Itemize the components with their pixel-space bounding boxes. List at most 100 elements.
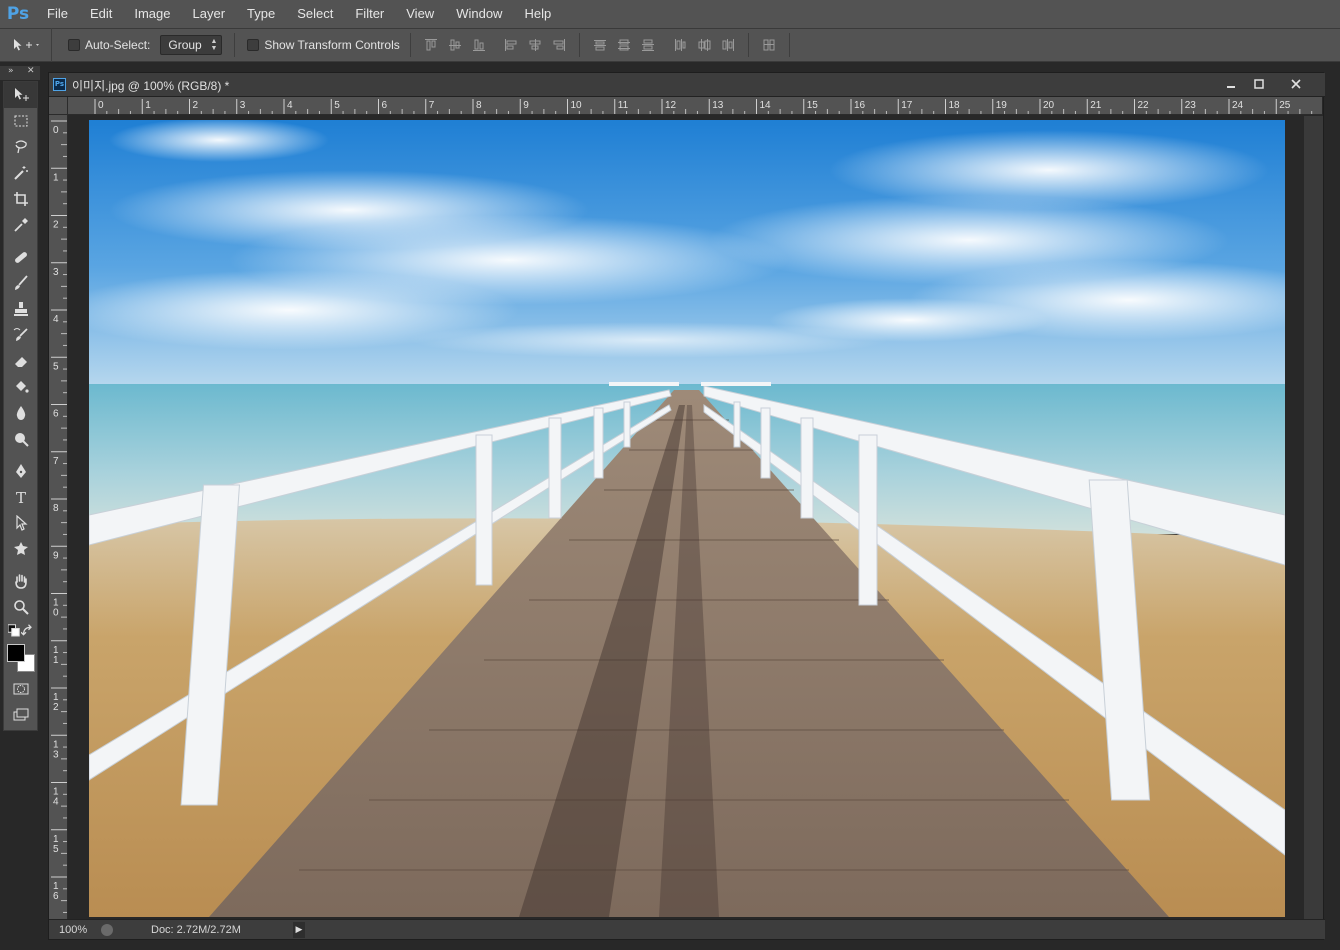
collapse-panel-icon[interactable]: » bbox=[8, 66, 14, 76]
photoshop-logo: Ps bbox=[6, 4, 30, 24]
horizontal-ruler[interactable]: 0 1 2 3 4 5 6 7 8 9 10 11 12 13 14 15 16 17 18 19 20 21 22 23 24… bbox=[68, 97, 1322, 115]
image-pier-over-sea[interactable] bbox=[89, 120, 1285, 917]
maximize-button[interactable] bbox=[1245, 74, 1273, 94]
brush-tool[interactable] bbox=[4, 270, 37, 296]
magic-wand-tool[interactable] bbox=[4, 160, 37, 186]
divider bbox=[788, 33, 790, 57]
paint-bucket-tool[interactable] bbox=[4, 374, 37, 400]
distribute-right-edges-icon[interactable] bbox=[716, 33, 740, 57]
blur-tool[interactable] bbox=[4, 400, 37, 426]
menu-edit[interactable]: Edit bbox=[79, 0, 123, 28]
lasso-tool[interactable] bbox=[4, 134, 37, 160]
show-transform-controls-checkbox[interactable] bbox=[247, 39, 260, 51]
distribute-bottom-edges-icon[interactable] bbox=[636, 33, 660, 57]
status-info-icon[interactable] bbox=[101, 923, 113, 936]
ruler-label: 7 bbox=[53, 456, 59, 467]
zoom-tool[interactable] bbox=[4, 594, 37, 620]
hand-tool[interactable] bbox=[4, 568, 37, 594]
auto-select-checkbox[interactable] bbox=[68, 39, 80, 51]
history-brush-tool[interactable] bbox=[4, 322, 37, 348]
ruler-label: 3 bbox=[53, 749, 59, 760]
align-bottom-edges-icon[interactable] bbox=[467, 33, 491, 57]
close-icon bbox=[1291, 79, 1301, 89]
dodge-tool[interactable] bbox=[4, 426, 37, 452]
ruler-label: 9 bbox=[523, 100, 529, 111]
document-window: Ps 이미지.jpg @ 100% (RGB/8) * 0 1 2 3 4 5 6 7 8 9 10… bbox=[48, 72, 1325, 940]
minimize-button[interactable] bbox=[1217, 74, 1245, 94]
menu-select[interactable]: Select bbox=[286, 0, 344, 28]
align-right-edges-icon[interactable] bbox=[547, 33, 571, 57]
ruler-origin[interactable] bbox=[49, 97, 68, 115]
bandage-icon bbox=[14, 252, 27, 263]
clone-stamp-tool[interactable] bbox=[4, 296, 37, 322]
divider bbox=[747, 33, 749, 57]
auto-align-layers-icon[interactable] bbox=[757, 33, 781, 57]
menu-type[interactable]: Type bbox=[236, 0, 286, 28]
divider bbox=[234, 33, 236, 57]
menu-window[interactable]: Window bbox=[445, 0, 513, 28]
path-selection-arrow-icon bbox=[15, 515, 28, 531]
vertical-ruler[interactable]: 012345678910111213141516 bbox=[49, 115, 68, 919]
custom-shape-icon bbox=[13, 542, 28, 555]
ruler-label: 2 bbox=[193, 100, 199, 111]
zoom-level-field[interactable]: 100% bbox=[49, 924, 101, 936]
ruler-label: 6 bbox=[382, 100, 388, 111]
magic-wand-icon bbox=[13, 166, 28, 180]
type-icon: T bbox=[16, 489, 26, 505]
distribute-horizontal-centers-icon[interactable] bbox=[692, 33, 716, 57]
align-top-edges-icon[interactable] bbox=[419, 33, 443, 57]
menu-layer[interactable]: Layer bbox=[182, 0, 237, 28]
ruler-label: 2 bbox=[53, 702, 59, 713]
maximize-icon bbox=[1254, 79, 1264, 89]
path-selection-tool[interactable] bbox=[4, 510, 37, 536]
menu-filter[interactable]: Filter bbox=[344, 0, 395, 28]
marquee-tool[interactable] bbox=[4, 108, 37, 134]
menu-help[interactable]: Help bbox=[513, 0, 562, 28]
foreground-color-swatch[interactable] bbox=[7, 644, 25, 662]
screen-mode[interactable] bbox=[4, 702, 37, 728]
align-horizontal-centers-icon[interactable] bbox=[523, 33, 547, 57]
custom-shape-tool[interactable] bbox=[4, 536, 37, 562]
menu-file[interactable]: File bbox=[36, 0, 79, 28]
ruler-label: 5 bbox=[334, 100, 340, 111]
crop-icon bbox=[13, 192, 28, 206]
distribute-top-edges-icon[interactable] bbox=[588, 33, 612, 57]
document-size-info: Doc: 2.72M/2.72M bbox=[151, 923, 241, 936]
distribute-left-edges-icon[interactable] bbox=[668, 33, 692, 57]
align-vertical-centers-icon[interactable] bbox=[443, 33, 467, 57]
eyedropper-tool[interactable] bbox=[4, 212, 37, 238]
quick-mask-mode[interactable] bbox=[4, 676, 37, 702]
move-tool[interactable] bbox=[4, 82, 37, 108]
distribute-vertical-centers-icon[interactable] bbox=[612, 33, 636, 57]
close-button[interactable] bbox=[1281, 74, 1311, 94]
swap-colors-icon[interactable] bbox=[20, 623, 34, 639]
align-left-edges-icon[interactable] bbox=[499, 33, 523, 57]
brush-icon bbox=[14, 275, 28, 290]
ruler-label: 13 bbox=[712, 100, 724, 111]
eraser-tool[interactable] bbox=[4, 348, 37, 374]
ruler-label: 4 bbox=[53, 314, 59, 325]
vertical-scrollbar[interactable] bbox=[1304, 116, 1323, 919]
close-panel-icon[interactable]: ✕ bbox=[27, 66, 35, 76]
pen-tool[interactable] bbox=[4, 458, 37, 484]
canvas-area[interactable] bbox=[69, 116, 1323, 919]
ruler-label: 11 bbox=[618, 100, 629, 111]
document-tab[interactable]: Ps 이미지.jpg @ 100% (RGB/8) * bbox=[49, 73, 1325, 97]
tools-panel-header[interactable]: » ✕ bbox=[0, 66, 40, 80]
default-colors-icon[interactable] bbox=[8, 623, 21, 639]
status-menu-arrow-icon[interactable]: ▶ bbox=[293, 921, 305, 938]
healing-brush-tool[interactable] bbox=[4, 244, 37, 270]
ruler-label: 0 bbox=[98, 100, 104, 111]
minimize-icon bbox=[1227, 86, 1235, 88]
menu-image[interactable]: Image bbox=[123, 0, 181, 28]
pen-icon bbox=[15, 464, 26, 478]
tool-preset-picker[interactable] bbox=[0, 28, 52, 62]
auto-select-target-dropdown[interactable]: Group ▲ ▼ bbox=[160, 35, 223, 55]
menu-view[interactable]: View bbox=[395, 0, 445, 28]
type-tool[interactable]: T bbox=[4, 484, 37, 510]
document-title: 이미지.jpg @ 100% (RGB/8) * bbox=[72, 79, 230, 93]
ruler-label: 0 bbox=[53, 125, 59, 136]
ruler-label: 10 bbox=[571, 100, 583, 111]
auto-select-target-value: Group bbox=[168, 38, 202, 52]
crop-tool[interactable] bbox=[4, 186, 37, 212]
